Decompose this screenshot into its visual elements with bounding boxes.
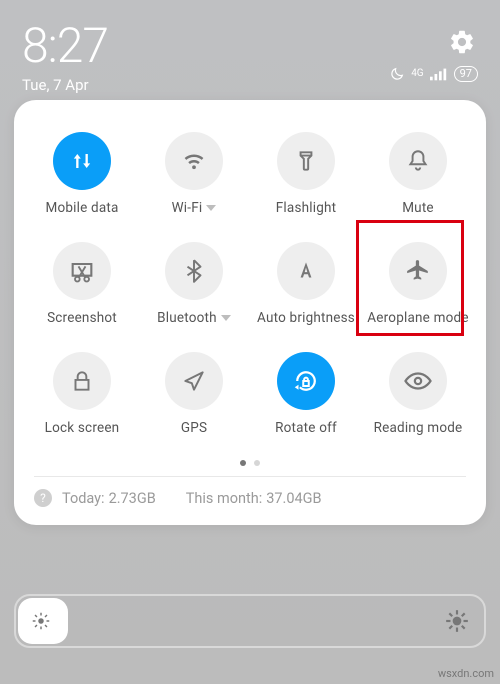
battery-text: 97 xyxy=(460,67,472,81)
rotate-lock-icon xyxy=(277,352,335,410)
flashlight-icon xyxy=(277,132,335,190)
quick-settings-grid: Mobile data Wi-Fi Flashlight Mute xyxy=(26,124,474,454)
tile-label: Mobile data xyxy=(45,200,118,216)
tile-label: Lock screen xyxy=(45,420,120,436)
clock-area: 8:27 Tue, 7 Apr xyxy=(22,22,108,94)
tile-label: Mute xyxy=(402,200,434,216)
dnd-moon-icon xyxy=(389,66,405,82)
bell-icon xyxy=(389,132,447,190)
quick-settings-panel: Mobile data Wi-Fi Flashlight Mute xyxy=(14,100,486,525)
eye-icon xyxy=(389,352,447,410)
page-dot-2 xyxy=(254,460,260,466)
tile-auto-brightness[interactable]: Auto brightness xyxy=(250,234,362,344)
tile-label: Aeroplane mode xyxy=(367,310,468,326)
tile-flashlight[interactable]: Flashlight xyxy=(250,124,362,234)
network-type-label: 4G xyxy=(411,69,423,79)
month-label: This month: xyxy=(186,490,262,507)
tile-bluetooth[interactable]: Bluetooth xyxy=(138,234,250,344)
bluetooth-icon xyxy=(165,242,223,300)
tile-label: Flashlight xyxy=(276,200,337,216)
location-arrow-icon xyxy=(165,352,223,410)
tile-lock-screen[interactable]: Lock screen xyxy=(26,344,138,454)
tile-label: Rotate off xyxy=(275,420,337,436)
clock-date: Tue, 7 Apr xyxy=(22,76,108,94)
tile-wifi[interactable]: Wi-Fi xyxy=(138,124,250,234)
tile-aeroplane-mode[interactable]: Aeroplane mode xyxy=(362,234,474,344)
tile-mute[interactable]: Mute xyxy=(362,124,474,234)
battery-pill: 97 xyxy=(454,66,478,82)
screenshot-icon xyxy=(53,242,111,300)
page-dot-1 xyxy=(240,460,246,466)
brightness-low-icon xyxy=(30,610,52,632)
tile-label: Auto brightness xyxy=(257,310,355,326)
status-bar: 8:27 Tue, 7 Apr xyxy=(22,22,478,94)
status-indicators: 4G 97 xyxy=(389,66,478,82)
today-value: 2.73GB xyxy=(109,490,156,507)
month-value: 37.04GB xyxy=(266,490,321,507)
page-indicator[interactable] xyxy=(26,460,474,466)
airplane-icon xyxy=(389,242,447,300)
lock-icon xyxy=(53,352,111,410)
tile-label: Reading mode xyxy=(374,420,463,436)
brightness-slider[interactable] xyxy=(14,594,486,648)
signal-icon xyxy=(430,67,448,81)
auto-brightness-icon xyxy=(277,242,335,300)
settings-button[interactable] xyxy=(448,28,476,60)
brightness-high-icon xyxy=(444,608,470,634)
tile-mobile-data[interactable]: Mobile data xyxy=(26,124,138,234)
expand-icon xyxy=(221,315,231,321)
info-icon: ? xyxy=(34,489,52,507)
screen-root: 8:27 Tue, 7 Apr 4G 97 Mobile data xyxy=(0,0,500,684)
tile-label: Bluetooth xyxy=(157,310,231,326)
tile-label: Wi-Fi xyxy=(172,200,217,216)
tile-label: Screenshot xyxy=(47,310,117,326)
watermark: wsxdn.com xyxy=(438,667,494,680)
tile-reading-mode[interactable]: Reading mode xyxy=(362,344,474,454)
tile-label: GPS xyxy=(181,420,207,436)
today-label: Today: xyxy=(62,490,105,507)
clock-time: 8:27 xyxy=(22,22,108,70)
wifi-icon xyxy=(165,132,223,190)
tile-gps[interactable]: GPS xyxy=(138,344,250,454)
mobile-data-icon xyxy=(53,132,111,190)
tile-screenshot[interactable]: Screenshot xyxy=(26,234,138,344)
expand-icon xyxy=(206,205,216,211)
tile-rotate-off[interactable]: Rotate off xyxy=(250,344,362,454)
data-usage-row[interactable]: ? Today: 2.73GB This month: 37.04GB xyxy=(26,477,474,517)
gear-icon xyxy=(448,28,476,56)
